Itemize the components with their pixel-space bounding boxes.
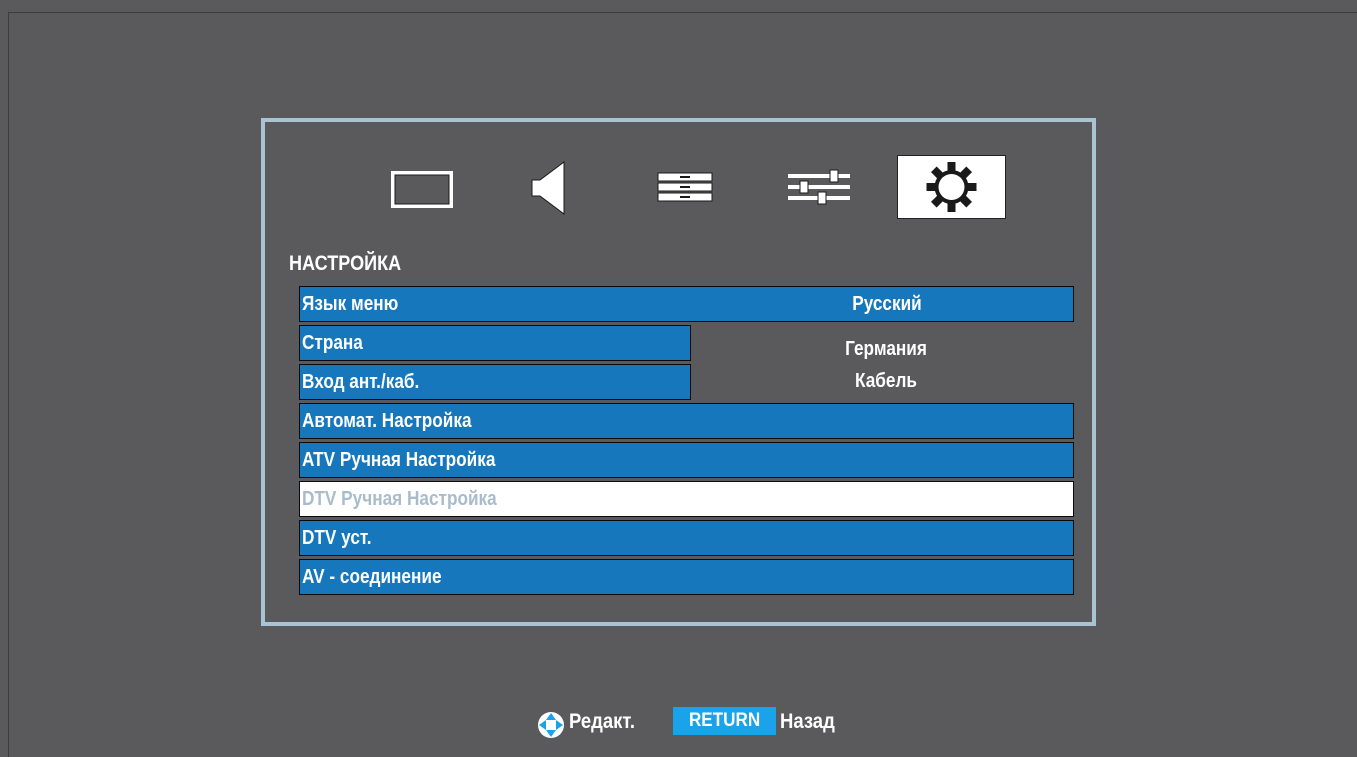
- menu-item-label: DTV Ручная Настройка: [302, 488, 497, 510]
- menu-item-label: Язык меню: [302, 293, 399, 315]
- menu-item-label: AV - соединение: [302, 566, 442, 588]
- dpad-icon: [537, 711, 565, 744]
- menu-item-input[interactable]: Вход ант./каб.: [299, 364, 691, 400]
- tab-picture[interactable]: [381, 155, 461, 219]
- menu-item-av-connection[interactable]: AV - соединение: [299, 559, 1074, 595]
- sound-icon: [531, 161, 565, 215]
- menu-item-label: Вход ант./каб.: [302, 371, 420, 393]
- footer-back-label: Назад: [780, 710, 835, 733]
- options-sliders-icon: [788, 169, 850, 205]
- return-button[interactable]: RETURN: [673, 707, 776, 735]
- menu-item-label: Страна: [302, 332, 363, 354]
- menu-item-country[interactable]: Страна: [299, 325, 691, 361]
- section-title: НАСТРОЙКА: [289, 252, 402, 275]
- picture-icon: [391, 171, 453, 208]
- menu-item-language[interactable]: Язык меню Русский: [299, 286, 1074, 322]
- footer-edit-label: Редакт.: [569, 710, 635, 733]
- gear-icon: [926, 162, 977, 212]
- frame-edge-left: [8, 12, 9, 757]
- tab-setup[interactable]: [897, 155, 1006, 219]
- menu-item-label: ATV Ручная Настройка: [302, 449, 496, 471]
- return-button-label: RETURN: [688, 710, 761, 731]
- menu-item-label: DTV уст.: [302, 527, 372, 549]
- tab-channels[interactable]: [650, 155, 720, 219]
- menu-item-atv-manual[interactable]: ATV Ручная Настройка: [299, 442, 1074, 478]
- menu-item-dtv-settings[interactable]: DTV уст.: [299, 520, 1074, 556]
- tab-sound[interactable]: [520, 155, 580, 219]
- menu-item-label: Автомат. Настройка: [302, 410, 472, 432]
- tab-options[interactable]: [780, 155, 860, 219]
- country-value: Германия: [845, 338, 927, 360]
- input-value: Кабель: [855, 370, 917, 392]
- menu-item-value: Русский: [852, 293, 922, 315]
- menu-item-auto-tune[interactable]: Автомат. Настройка: [299, 403, 1074, 439]
- frame-edge-top: [8, 12, 1357, 13]
- menu-item-dtv-manual[interactable]: DTV Ручная Настройка: [299, 481, 1074, 517]
- channel-list-icon: [657, 172, 713, 202]
